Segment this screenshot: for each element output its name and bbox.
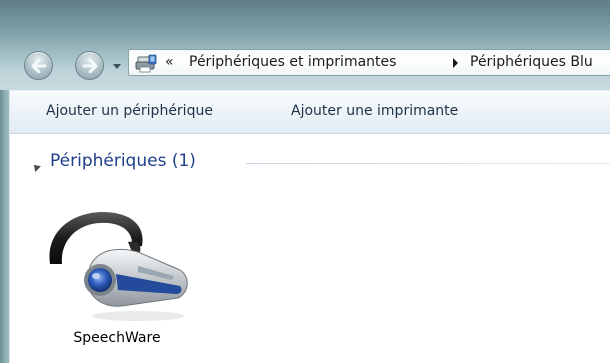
collapse-group-icon[interactable] <box>31 162 41 172</box>
chevron-down-icon <box>113 63 121 69</box>
bluetooth-headset-icon <box>49 211 188 321</box>
devices-and-printers-icon <box>135 54 157 73</box>
breadcrumb-bluetooth-devices[interactable]: Périphériques Blu <box>470 54 593 70</box>
device-item[interactable]: SpeechWare <box>42 206 192 356</box>
breadcrumb-separator-icon[interactable] <box>453 58 458 68</box>
breadcrumb-devices-and-printers[interactable]: Périphériques et imprimantes <box>189 54 396 70</box>
breadcrumb-overflow[interactable]: « <box>165 54 174 70</box>
forward-button[interactable] <box>75 51 104 80</box>
recent-pages-dropdown[interactable] <box>111 56 123 76</box>
group-divider <box>246 163 610 164</box>
group-title[interactable]: Périphériques (1) <box>50 151 196 171</box>
address-bar[interactable]: « Périphériques et imprimantes Périphéri… <box>128 49 610 76</box>
command-bar: Ajouter un périphérique Ajouter une impr… <box>10 90 610 134</box>
device-list-pane: Périphériques (1) SpeechWare <box>10 134 610 363</box>
add-printer-button[interactable]: Ajouter une imprimante <box>291 103 458 119</box>
forward-arrow-icon <box>82 58 97 73</box>
device-name: SpeechWare <box>73 330 161 346</box>
back-arrow-icon <box>31 58 46 73</box>
back-button[interactable] <box>24 51 53 80</box>
add-device-button[interactable]: Ajouter un périphérique <box>46 103 213 119</box>
